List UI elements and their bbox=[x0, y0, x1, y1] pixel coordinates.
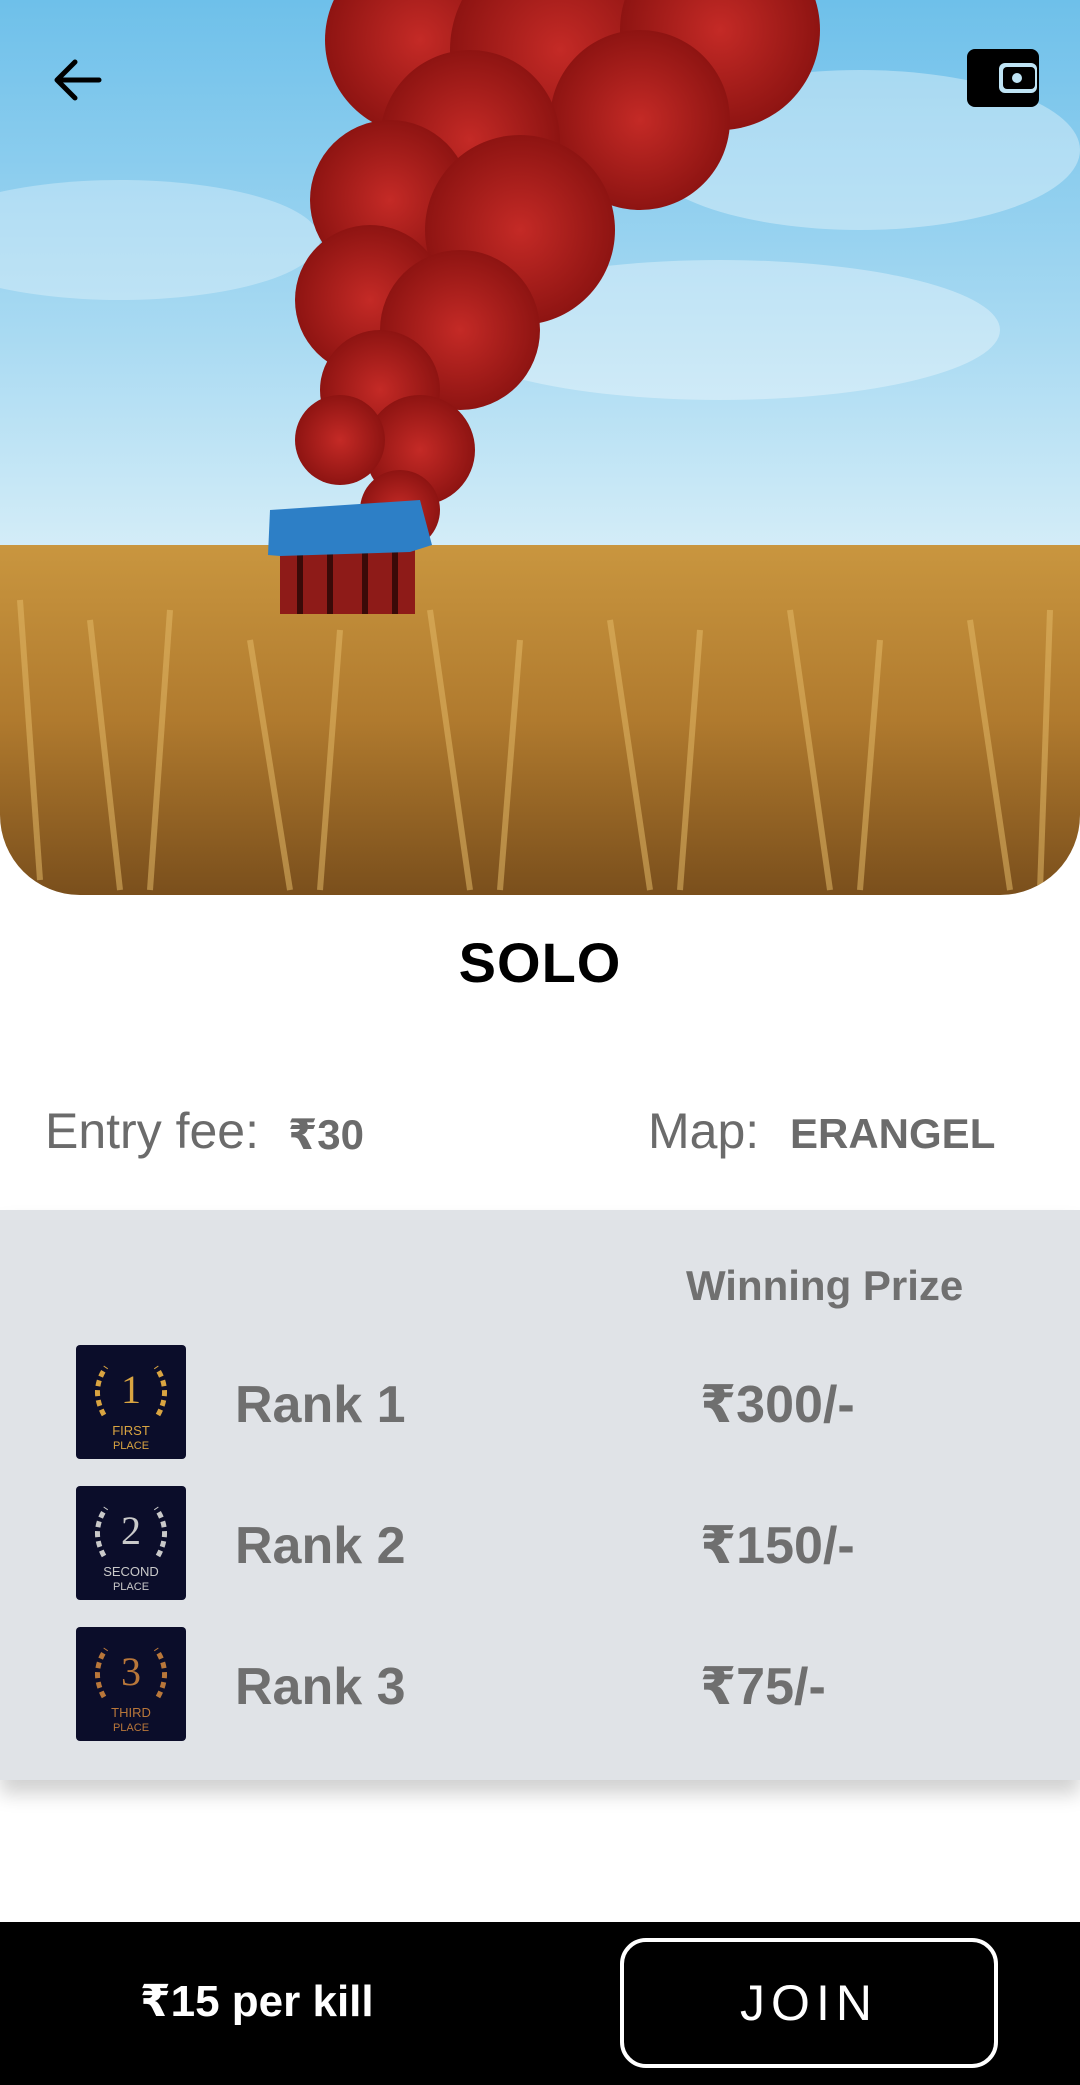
svg-text:PLACE: PLACE bbox=[113, 1722, 149, 1734]
svg-text:PLACE: PLACE bbox=[113, 1581, 149, 1593]
rank-label: Rank 1 bbox=[235, 1376, 406, 1434]
svg-text:1: 1 bbox=[121, 1367, 141, 1412]
third-place-badge-icon: 3 THIRD PLACE bbox=[76, 1627, 186, 1741]
svg-text:3: 3 bbox=[121, 1649, 141, 1694]
match-type-title: SOLO bbox=[458, 931, 622, 994]
rank-label: Rank 3 bbox=[235, 1658, 406, 1716]
hero-banner-image bbox=[0, 0, 1080, 895]
rank-label: Rank 2 bbox=[235, 1517, 406, 1575]
entry-fee-label: Entry fee: bbox=[45, 1103, 259, 1159]
rank-prize: ₹150/- bbox=[700, 1517, 855, 1575]
wallet-icon bbox=[967, 49, 1039, 107]
svg-text:THIRD: THIRD bbox=[111, 1705, 151, 1720]
entry-fee-value: ₹30 bbox=[288, 1111, 364, 1158]
map-value: ERANGEL bbox=[790, 1110, 996, 1157]
svg-text:FIRST: FIRST bbox=[112, 1423, 150, 1438]
arrow-left-icon bbox=[54, 59, 102, 101]
rank-row: 3 THIRD PLACE Rank 3 ₹75/- bbox=[0, 1627, 1080, 1743]
rank-row: 2 SECOND PLACE Rank 2 ₹150/- bbox=[0, 1486, 1080, 1602]
map-label: Map: bbox=[648, 1103, 760, 1159]
rank-row: 1 FIRST PLACE Rank 1 ₹300/- bbox=[0, 1345, 1080, 1461]
join-button[interactable]: JOIN bbox=[620, 1938, 998, 2068]
second-place-badge-icon: 2 SECOND PLACE bbox=[76, 1486, 186, 1600]
per-kill-reward: ₹15 per kill bbox=[140, 1977, 374, 2026]
winning-prize-header: Winning Prize bbox=[686, 1262, 964, 1309]
svg-text:SECOND: SECOND bbox=[103, 1564, 159, 1579]
rank-prize: ₹300/- bbox=[700, 1376, 855, 1434]
svg-text:2: 2 bbox=[121, 1508, 141, 1553]
back-button[interactable] bbox=[38, 40, 118, 120]
rank-prize: ₹75/- bbox=[700, 1658, 826, 1716]
first-place-badge-icon: 1 FIRST PLACE bbox=[76, 1345, 186, 1459]
wallet-button[interactable] bbox=[960, 40, 1046, 116]
svg-text:PLACE: PLACE bbox=[113, 1440, 149, 1452]
